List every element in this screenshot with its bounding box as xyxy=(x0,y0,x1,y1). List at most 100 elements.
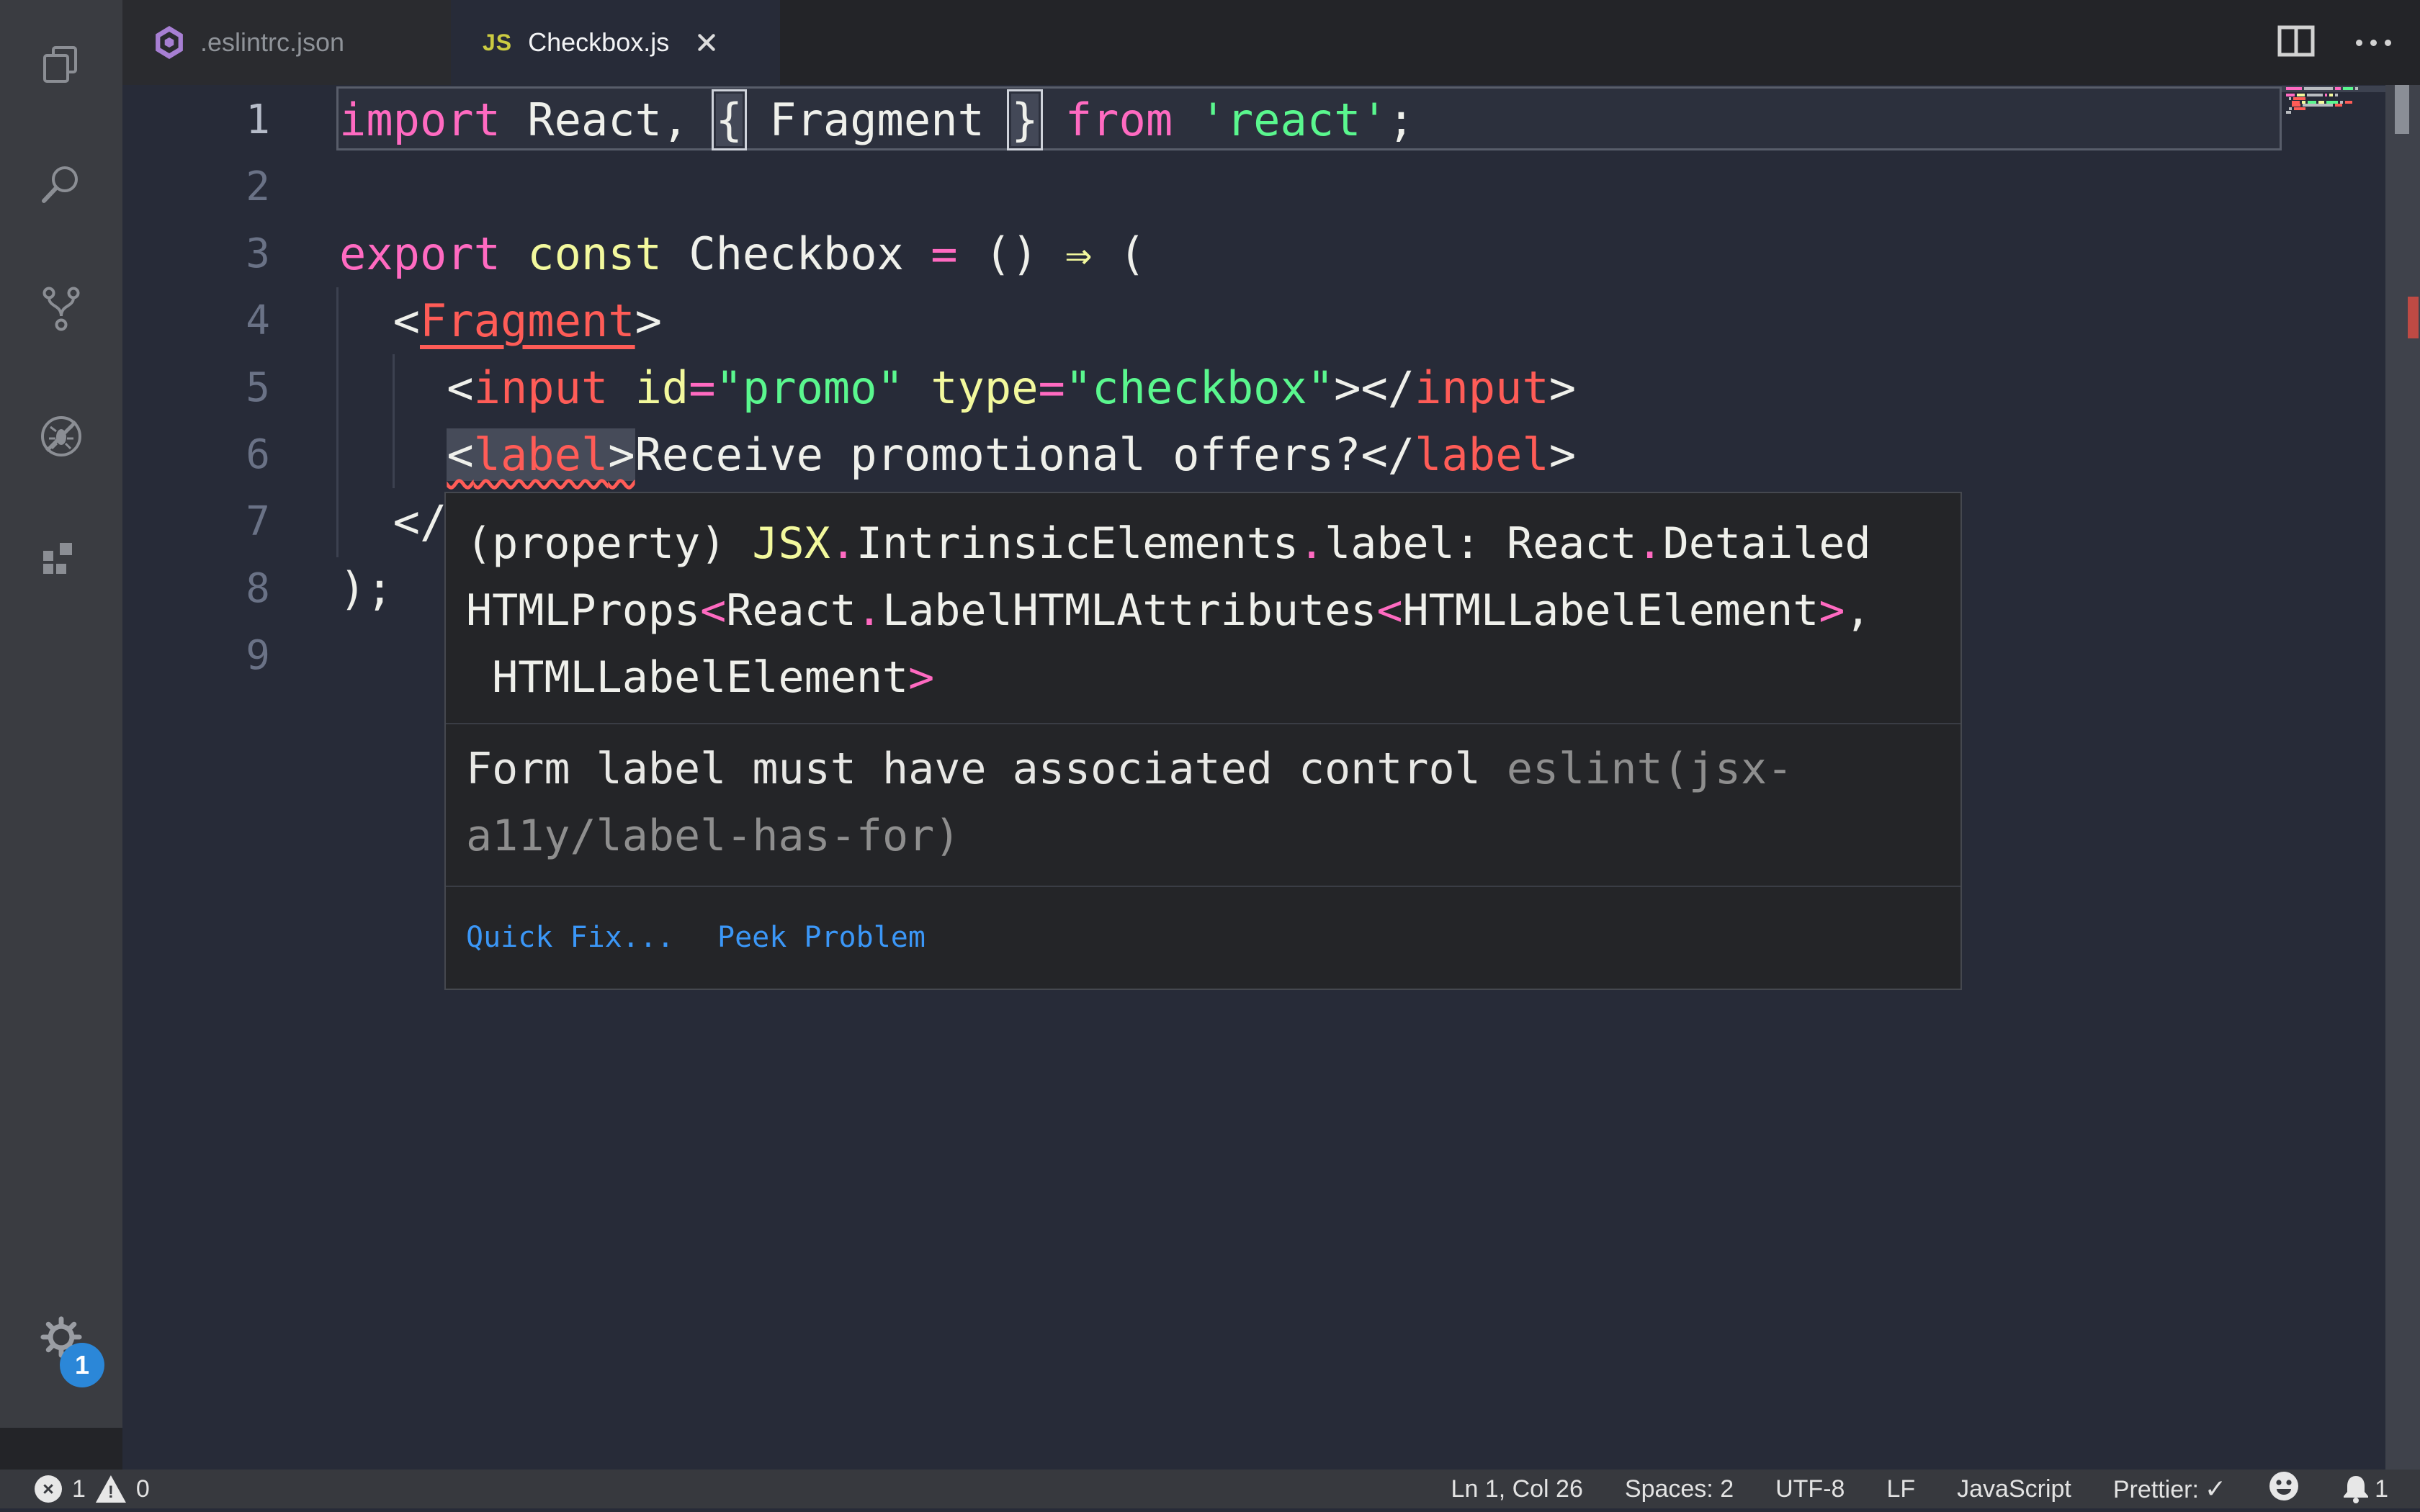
code-token: . xyxy=(1636,518,1663,569)
code-token: label xyxy=(473,428,609,481)
code-token: < xyxy=(339,294,420,347)
line-number: 9 xyxy=(246,632,270,679)
extensions-icon[interactable] xyxy=(0,511,122,612)
code-token: ⇒ xyxy=(1065,228,1093,280)
tooltip-actions: Quick Fix... Peek Problem xyxy=(446,886,1960,989)
minimap-line xyxy=(2286,94,2338,96)
code-line[interactable]: <input id="promo" type="checkbox"></inpu… xyxy=(339,354,2420,421)
code-line[interactable]: import React, { Fragment } from 'react'; xyxy=(339,86,2420,153)
code-token: } xyxy=(1007,89,1043,150)
code-token: id xyxy=(635,361,689,414)
minimap-line xyxy=(2286,87,2358,90)
peek-problem-link[interactable]: Peek Problem xyxy=(717,904,926,971)
editor-actions xyxy=(2277,0,2398,85)
code-token: Receive promotional offers?</ xyxy=(635,428,1415,481)
line-number: 3 xyxy=(246,230,270,277)
tooltip-type-info: (property) JSX.IntrinsicElements.label: … xyxy=(446,493,1960,723)
scrollbar-slider[interactable] xyxy=(2395,85,2409,134)
code-token: . xyxy=(856,585,882,636)
code-line[interactable]: <Fragment> xyxy=(339,287,2420,354)
status-bar: × 1 ! 0 Ln 1, Col 26 Spaces: 2 UTF-8 LF … xyxy=(0,1470,2420,1512)
check-icon: ✓ xyxy=(2204,1474,2227,1503)
code-token: label xyxy=(1415,428,1549,481)
minimap-line xyxy=(2292,104,2342,107)
code-token: . xyxy=(1298,518,1325,569)
tab-eslintrc-json[interactable]: .eslintrc.json xyxy=(122,0,451,85)
code-token: = xyxy=(931,228,958,280)
code-token: Fragment xyxy=(742,94,1012,146)
problems-status[interactable]: × 1 ! 0 xyxy=(35,1475,150,1503)
code-token: JSX xyxy=(752,518,830,569)
notification-count: 1 xyxy=(2375,1475,2388,1503)
code-token: "promo" xyxy=(715,361,904,414)
minimap[interactable] xyxy=(2282,85,2385,1470)
encoding[interactable]: UTF-8 xyxy=(1775,1475,1845,1503)
editor[interactable]: 1 2 3 4 5 6 7 8 9 import React, { Fragment } fro… xyxy=(122,85,2420,1470)
line-number: 5 xyxy=(246,364,270,411)
warning-icon: ! xyxy=(95,1475,126,1503)
source-control-icon[interactable] xyxy=(0,258,122,359)
language-mode[interactable]: JavaScript xyxy=(1957,1475,2071,1503)
code-token: React xyxy=(726,585,856,636)
settings-gear[interactable]: 1 xyxy=(0,1308,122,1402)
js-icon: JS xyxy=(483,29,513,55)
split-editor-icon[interactable] xyxy=(2277,24,2316,61)
code-token: import xyxy=(339,94,501,146)
code-token: Detailed xyxy=(1662,518,1871,569)
minimap-line xyxy=(2286,111,2291,114)
code-token: HTMLProps xyxy=(466,585,701,636)
code-token: ></ xyxy=(1334,361,1415,414)
code-token: React, xyxy=(500,94,716,146)
quick-fix-link[interactable]: Quick Fix... xyxy=(466,904,674,971)
scrollbar xyxy=(2385,85,2420,1470)
indentation[interactable]: Spaces: 2 xyxy=(1625,1475,1734,1503)
code-token: { xyxy=(711,89,747,150)
cursor-position[interactable]: Ln 1, Col 26 xyxy=(1451,1475,1583,1503)
error-text: Form label must have associated control xyxy=(466,744,1507,794)
code-token: input xyxy=(473,361,609,414)
code-token: 'react' xyxy=(1199,94,1388,146)
code-token: = xyxy=(689,361,716,414)
close-icon[interactable] xyxy=(695,31,718,54)
line-number: 4 xyxy=(246,297,270,344)
code-token: Fragment xyxy=(419,294,635,347)
code-token: < xyxy=(700,585,727,636)
line-number: 1 xyxy=(246,96,270,143)
tooltip-error-message: Form label must have associated control … xyxy=(446,723,1960,886)
feedback-smiley-icon[interactable] xyxy=(2268,1470,2300,1508)
code-token: < xyxy=(339,361,474,414)
vscode-window: 1 .eslintrc.json JS Checkbox.js 1 2 3 4 … xyxy=(0,0,2420,1512)
code-token: > xyxy=(1819,585,1845,636)
code-token: LabelHTMLAttributes xyxy=(882,585,1377,636)
hover-tooltip: (property) JSX.IntrinsicElements.label: … xyxy=(444,492,1962,990)
eslint-icon xyxy=(156,26,183,59)
tooltip-type-line: (property) JSX.IntrinsicElements.label: … xyxy=(466,510,1940,577)
code-line[interactable]: <label>Receive promotional offers?</labe… xyxy=(339,421,2420,488)
code-token: . xyxy=(830,518,856,569)
notifications-bell[interactable]: 1 xyxy=(2341,1473,2388,1505)
code-token: ); xyxy=(339,562,393,615)
prettier-status[interactable]: Prettier: ✓ xyxy=(2113,1474,2226,1504)
debug-off-icon[interactable] xyxy=(0,386,122,487)
activity-bar: 1 xyxy=(0,0,122,1428)
search-icon[interactable] xyxy=(0,135,122,235)
error-word-highlight: <label> xyxy=(447,428,635,481)
eol-sequence[interactable]: LF xyxy=(1886,1475,1915,1503)
code-token: </ xyxy=(339,495,447,548)
explorer-icon[interactable] xyxy=(0,14,122,115)
code-line[interactable] xyxy=(339,153,2420,220)
tab-checkbox-js[interactable]: JS Checkbox.js xyxy=(451,0,780,85)
code-token: (property) xyxy=(466,518,753,569)
code-token: > xyxy=(1549,361,1577,414)
code-token: const xyxy=(527,228,662,280)
code-token: ; xyxy=(1387,94,1415,146)
line-number-gutter: 1 2 3 4 5 6 7 8 9 xyxy=(122,86,270,689)
code-line[interactable]: export const Checkbox = () ⇒ ( xyxy=(339,220,2420,287)
code-token: > xyxy=(1549,428,1577,481)
error-count: 1 xyxy=(72,1475,86,1503)
more-actions-icon[interactable] xyxy=(2349,32,2398,53)
